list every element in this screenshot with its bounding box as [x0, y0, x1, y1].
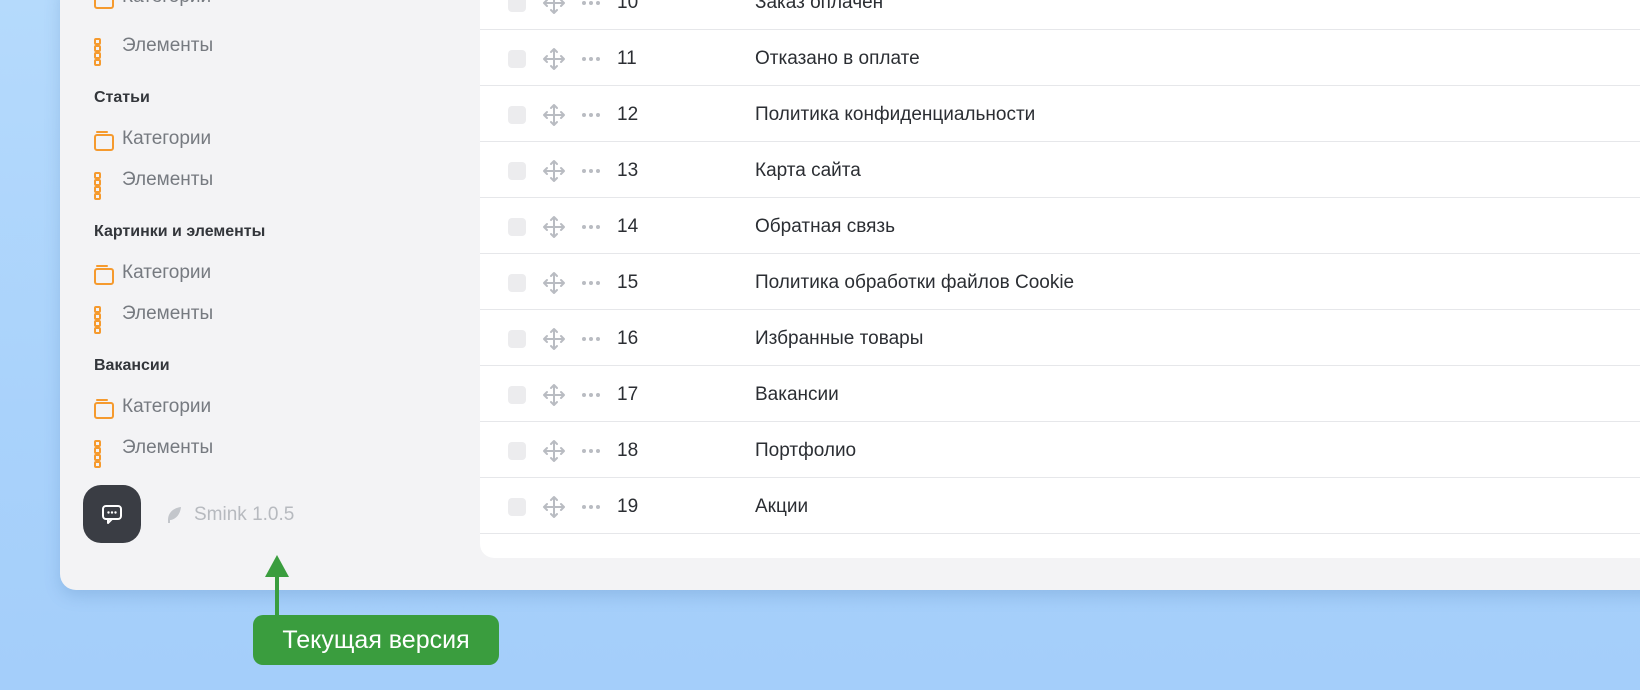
chat-icon [102, 505, 122, 524]
row-title[interactable]: Заказ оплачен [755, 0, 883, 14]
sidebar-item-categories[interactable]: Категории [94, 0, 211, 10]
sidebar-item-vacancies-categories[interactable]: Категории [94, 394, 211, 420]
row-title[interactable]: Обратная связь [755, 216, 895, 238]
drag-handle-icon[interactable] [542, 103, 566, 127]
categories-icon [94, 399, 114, 419]
sidebar-item-images-categories[interactable]: Категории [94, 260, 211, 286]
row-title[interactable]: Отказано в оплате [755, 48, 920, 70]
row-checkbox[interactable] [508, 106, 526, 124]
more-options-icon[interactable] [582, 225, 600, 229]
row-title[interactable]: Политика обработки файлов Cookie [755, 272, 1074, 294]
drag-handle-icon[interactable] [542, 47, 566, 71]
table-row[interactable]: 13 Карта сайта [480, 142, 1640, 198]
more-options-icon[interactable] [582, 393, 600, 397]
table-row[interactable]: 14 Обратная связь [480, 198, 1640, 254]
drag-handle-icon[interactable] [542, 215, 566, 239]
drag-handle-icon[interactable] [542, 0, 566, 15]
drag-handle-icon[interactable] [542, 327, 566, 351]
elements-icon [94, 38, 110, 66]
more-options-icon[interactable] [582, 449, 600, 453]
sidebar: Категории Элементы Статьи Категории Элем… [60, 0, 480, 590]
sidebar-item-label: Элементы [122, 35, 214, 56]
sidebar-item-elements[interactable]: Элементы [94, 33, 214, 66]
drag-handle-icon[interactable] [542, 495, 566, 519]
row-title[interactable]: Политика конфиденциальности [755, 104, 1035, 126]
more-options-icon[interactable] [582, 281, 600, 285]
row-checkbox[interactable] [508, 498, 526, 516]
section-title-vacancies: Вакансии [94, 357, 170, 374]
row-checkbox[interactable] [508, 0, 526, 12]
row-id: 18 [617, 440, 639, 461]
version-text: Smink 1.0.5 [194, 504, 295, 525]
admin-window: Категории Элементы Статьи Категории Элем… [60, 0, 1640, 590]
row-checkbox[interactable] [508, 218, 526, 236]
section-title-articles: Статьи [94, 89, 150, 106]
table-row[interactable]: 18 Портфолио [480, 422, 1640, 478]
version-info: Smink 1.0.5 [164, 504, 294, 526]
elements-icon [94, 172, 110, 200]
table: 10 Заказ оплачен 11 Отказано в оплате 12 Поли… [480, 0, 1640, 558]
sidebar-item-label: Категории [122, 396, 212, 417]
elements-icon [94, 306, 110, 334]
row-id: 10 [617, 0, 639, 13]
row-checkbox[interactable] [508, 162, 526, 180]
row-id: 19 [617, 496, 639, 517]
row-checkbox[interactable] [508, 50, 526, 68]
row-checkbox[interactable] [508, 386, 526, 404]
drag-handle-icon[interactable] [542, 383, 566, 407]
row-title[interactable]: Вакансии [755, 384, 839, 406]
categories-icon [94, 265, 114, 285]
elements-icon [94, 440, 110, 468]
categories-icon [94, 0, 114, 9]
annotation-arrow-line [275, 574, 279, 616]
more-options-icon[interactable] [582, 1, 600, 5]
sidebar-item-images-elements[interactable]: Элементы [94, 301, 214, 334]
section-title-images: Картинки и элементы [94, 223, 266, 240]
row-checkbox[interactable] [508, 274, 526, 292]
current-version-callout: Текущая версия [253, 615, 499, 665]
categories-icon [94, 131, 114, 151]
more-options-icon[interactable] [582, 113, 600, 117]
table-row[interactable]: 11 Отказано в оплате [480, 30, 1640, 86]
row-title[interactable]: Избранные товары [755, 328, 923, 350]
table-row[interactable]: 16 Избранные товары [480, 310, 1640, 366]
chat-button[interactable] [83, 485, 141, 543]
table-row[interactable]: 12 Политика конфиденциальности [480, 86, 1640, 142]
sidebar-item-articles-elements[interactable]: Элементы [94, 167, 214, 200]
sidebar-item-label: Категории [122, 0, 211, 8]
sidebar-item-label: Категории [122, 128, 212, 149]
more-options-icon[interactable] [582, 57, 600, 61]
sidebar-item-vacancies-elements[interactable]: Элементы [94, 435, 214, 468]
row-id: 14 [617, 216, 639, 237]
drag-handle-icon[interactable] [542, 271, 566, 295]
row-id: 15 [617, 272, 639, 293]
leaf-icon [164, 505, 184, 525]
table-row[interactable]: 15 Политика обработки файлов Cookie [480, 254, 1640, 310]
more-options-icon[interactable] [582, 337, 600, 341]
drag-handle-icon[interactable] [542, 159, 566, 183]
sidebar-item-label: Элементы [122, 303, 214, 324]
more-options-icon[interactable] [582, 505, 600, 509]
row-title[interactable]: Портфолио [755, 440, 856, 462]
table-row[interactable]: 17 Вакансии [480, 366, 1640, 422]
sidebar-item-articles-categories[interactable]: Категории [94, 126, 211, 152]
row-id: 17 [617, 384, 639, 405]
row-title[interactable]: Карта сайта [755, 160, 861, 182]
row-title[interactable]: Акции [755, 496, 808, 518]
row-checkbox[interactable] [508, 442, 526, 460]
row-checkbox[interactable] [508, 330, 526, 348]
row-id: 13 [617, 160, 639, 181]
drag-handle-icon[interactable] [542, 439, 566, 463]
sidebar-item-label: Категории [122, 262, 212, 283]
row-id: 16 [617, 328, 639, 349]
sidebar-item-label: Элементы [122, 169, 214, 190]
table-row[interactable]: 10 Заказ оплачен [480, 0, 1640, 30]
table-row[interactable]: 19 Акции [480, 478, 1640, 534]
row-id: 12 [617, 104, 639, 125]
row-id: 11 [617, 48, 637, 69]
more-options-icon[interactable] [582, 169, 600, 173]
sidebar-item-label: Элементы [122, 437, 214, 458]
